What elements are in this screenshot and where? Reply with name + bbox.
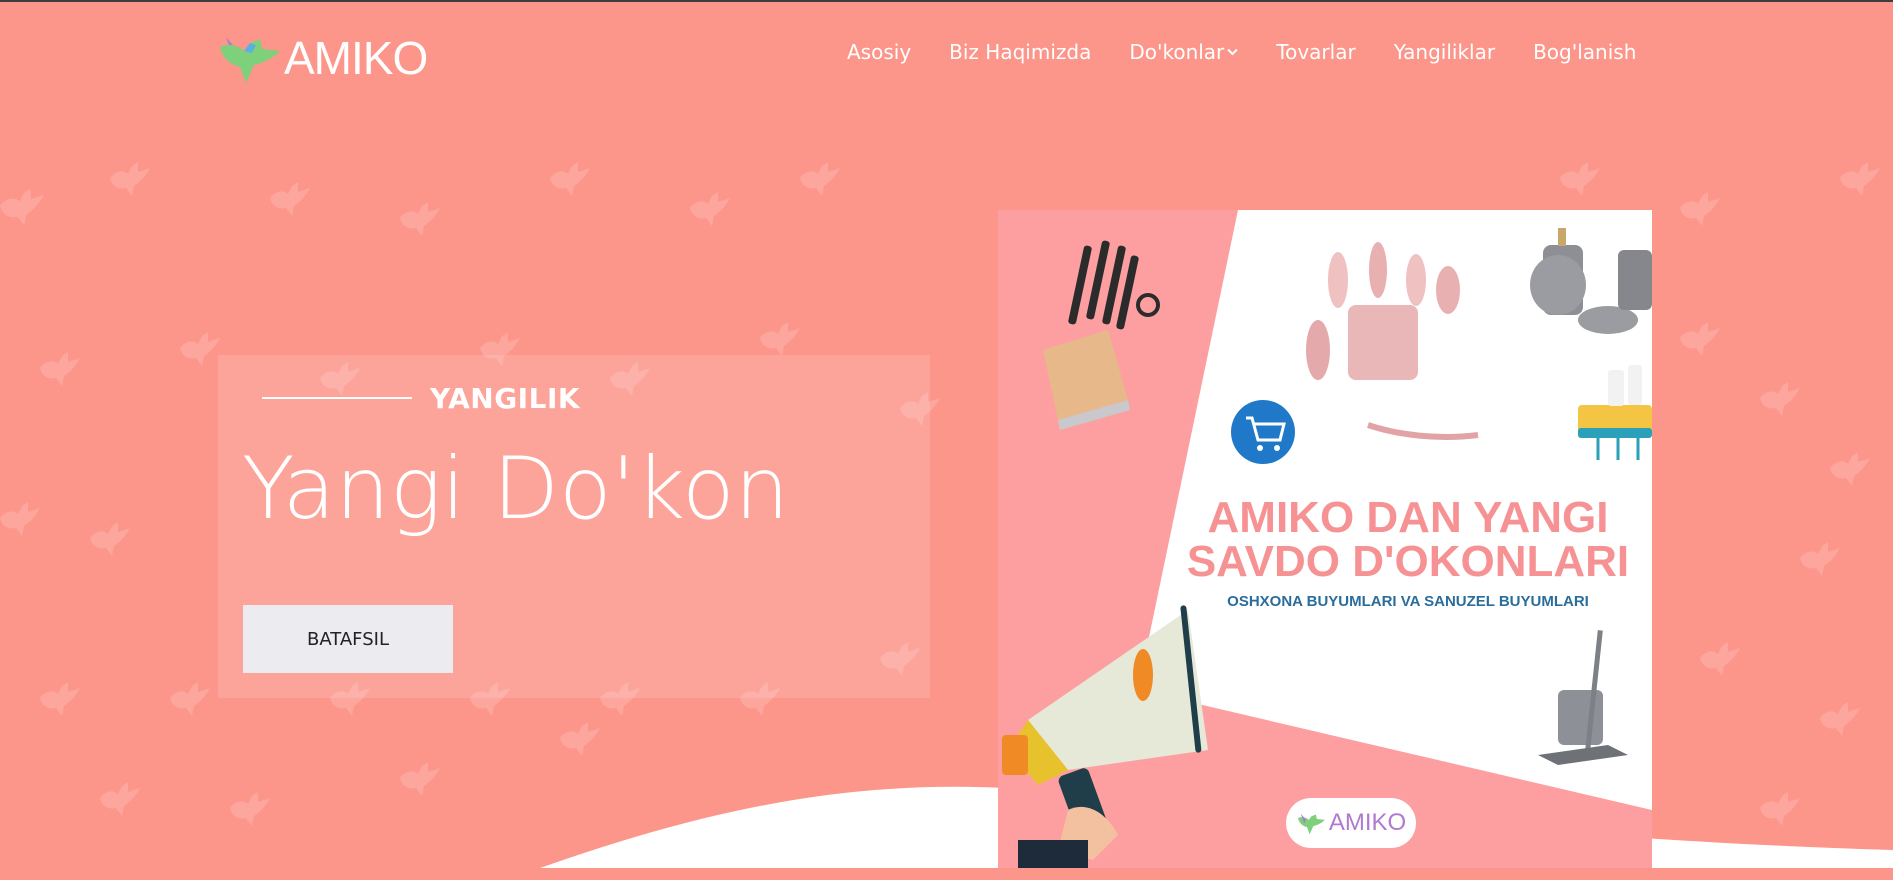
promo-poster[interactable]: AMIKO DAN YANGI SAVDO D'OKONLARI OSHXONA… xyxy=(998,210,1652,868)
hero-eyebrow: YANGILIK xyxy=(430,382,581,415)
poster-logo-pill: AMIKO xyxy=(1286,798,1416,848)
main-nav: Asosiy Biz Haqimizda Do'konlar Tovarlar … xyxy=(847,40,1636,64)
site-logo[interactable]: AMIKO xyxy=(216,28,428,88)
nav-label: Bog'lanish xyxy=(1533,40,1637,64)
logo-wordmark: AMIKO xyxy=(284,32,428,84)
nav-item-tovarlar[interactable]: Tovarlar xyxy=(1276,40,1355,64)
nav-label: Biz Haqimizda xyxy=(949,40,1092,64)
poster-headline-line2: SAVDO D'OKONLARI xyxy=(1186,537,1630,586)
nav-item-asosiy[interactable]: Asosiy xyxy=(847,40,911,64)
poster-logo-wordmark: AMIKO xyxy=(1328,809,1407,836)
nav-label: Do'konlar xyxy=(1129,40,1225,64)
nav-item-dokonlar[interactable]: Do'konlar xyxy=(1129,40,1238,64)
cart-icon xyxy=(1231,400,1295,464)
megaphone-image xyxy=(1002,605,1208,868)
nav-label: Tovarlar xyxy=(1276,40,1356,64)
batafsil-button[interactable]: BATAFSIL xyxy=(243,605,453,673)
chevron-down-icon xyxy=(1227,48,1238,56)
poster-subline: OSHXONA BUYUMLARI VA SANUZEL BUYUMLARI xyxy=(1227,593,1589,610)
nav-item-biz-haqimizda[interactable]: Biz Haqimizda xyxy=(949,40,1091,64)
eyebrow-divider xyxy=(262,397,412,399)
nav-label: Asosiy xyxy=(847,40,912,64)
knife-block-image xyxy=(1043,240,1160,430)
hummingbird-logo-icon xyxy=(220,37,280,83)
poster-headline-line1: AMIKO DAN YANGI xyxy=(1207,493,1609,542)
nav-item-yangiliklar[interactable]: Yangiliklar xyxy=(1394,40,1495,64)
nav-label: Yangiliklar xyxy=(1393,40,1496,64)
hummingbird-logo-icon xyxy=(1297,813,1325,835)
hero-title: Yangi Do'kon xyxy=(242,439,790,539)
nav-item-boglanish[interactable]: Bog'lanish xyxy=(1533,40,1636,64)
